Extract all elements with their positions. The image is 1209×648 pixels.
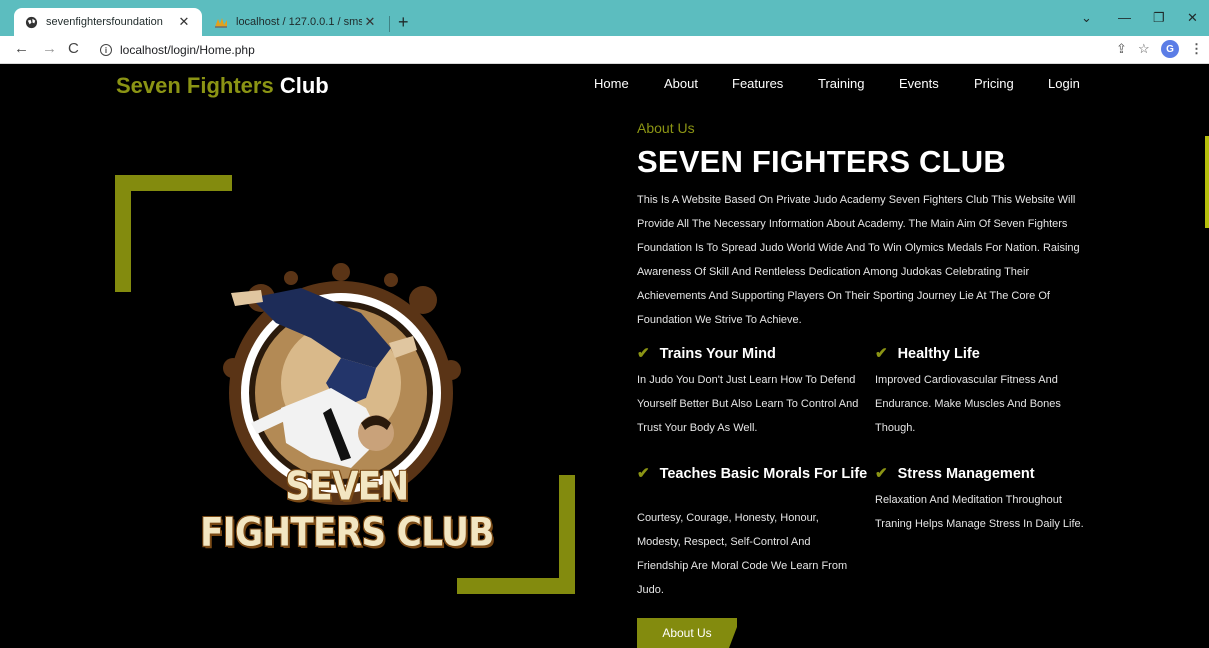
feature-title: ✔ Trains Your Mind (637, 344, 867, 364)
frame-corner-left (115, 175, 131, 292)
feature-title: ✔ Healthy Life (875, 344, 1105, 364)
feature-text: Courtesy, Courage, Honesty, Honour, Mode… (637, 512, 848, 596)
about-description: This Is A Website Based On Private Judo … (637, 194, 1080, 326)
feature-title: ✔ Teaches Basic Morals For Life (637, 464, 869, 484)
menu-kebab-icon[interactable]: ⋮ (1190, 41, 1203, 57)
address-bar[interactable]: i localhost/login/Home.php (92, 39, 1142, 61)
nav-home[interactable]: Home (594, 76, 629, 91)
check-icon: ✔ (637, 465, 650, 482)
globe-icon (24, 15, 38, 29)
restore-icon[interactable]: ❐ (1153, 10, 1165, 26)
nav-training[interactable]: Training (818, 76, 864, 91)
feature-title: ✔ Stress Management (875, 464, 1105, 484)
nav-login[interactable]: Login (1048, 76, 1080, 91)
check-icon: ✔ (875, 465, 888, 482)
back-icon[interactable]: ← (14, 40, 29, 57)
nav-pricing[interactable]: Pricing (974, 76, 1014, 91)
about-title: SEVEN FIGHTERS CLUB (637, 144, 1006, 179)
phpmyadmin-icon (214, 15, 228, 29)
feature-title-text: Healthy Life (897, 346, 980, 362)
bookmark-star-icon[interactable]: ☆ (1138, 41, 1150, 57)
close-tab-icon[interactable]: ✕ (362, 14, 378, 30)
browser-tab-active[interactable]: sevenfightersfoundation ✕ (14, 8, 202, 36)
browser-tab-inactive[interactable]: localhost / 127.0.0.1 / sms / logi ✕ (204, 8, 388, 36)
site-brand[interactable]: Seven Fighters Club (116, 73, 329, 99)
nav-about[interactable]: About (664, 76, 698, 91)
feature-title-text: Teaches Basic Morals For Life (659, 466, 868, 482)
scroll-to-top-accent[interactable] (1205, 136, 1209, 228)
browser-toolbar: ← → C i localhost/login/Home.php ⇪ ☆ ⋮ (0, 36, 1209, 64)
logo-text: SEVEN FIGHTERS CLUB (200, 464, 494, 556)
window-close-icon[interactable]: ✕ (1187, 10, 1198, 26)
browser-tab-bar: sevenfightersfoundation ✕ localhost / 12… (0, 0, 1209, 36)
feature-text: Improved Cardiovascular Fitness And Endu… (875, 374, 1061, 434)
share-icon[interactable]: ⇪ (1116, 41, 1127, 57)
frame-corner-right (559, 475, 575, 594)
site-info-icon[interactable]: i (100, 44, 112, 56)
check-icon: ✔ (637, 345, 650, 362)
tab-title: localhost / 127.0.0.1 / sms / logi (236, 16, 362, 28)
feature-title-text: Trains Your Mind (659, 346, 776, 362)
new-tab-icon[interactable]: + (398, 12, 409, 33)
tab-search-icon[interactable]: ⌄ (1081, 10, 1092, 26)
minimize-icon[interactable]: — (1118, 10, 1131, 25)
about-us-button[interactable]: About Us (637, 618, 737, 648)
check-icon: ✔ (875, 345, 888, 362)
tab-divider (389, 16, 390, 32)
profile-avatar[interactable]: G (1161, 40, 1179, 58)
feature-text: In Judo You Don't Just Learn How To Defe… (637, 374, 859, 434)
feature-title-text: Stress Management (897, 466, 1035, 482)
close-tab-icon[interactable]: ✕ (176, 14, 192, 30)
brand-part2: Club (279, 73, 329, 98)
brand-part1: Seven Fighters (116, 73, 274, 98)
nav-events[interactable]: Events (899, 76, 939, 91)
frame-corner-top (115, 175, 232, 191)
tab-title: sevenfightersfoundation (46, 16, 163, 28)
web-page: Seven Fighters Club Home About Features … (6, 64, 1209, 648)
nav-features[interactable]: Features (732, 76, 783, 91)
address-text: localhost/login/Home.php (120, 43, 255, 57)
screen: sevenfightersfoundation ✕ localhost / 12… (0, 0, 1209, 648)
reload-icon[interactable]: C (68, 40, 79, 57)
forward-icon[interactable]: → (42, 40, 57, 57)
about-subtitle: About Us (637, 120, 695, 136)
feature-text: Relaxation And Meditation Throughout Tra… (875, 494, 1084, 530)
frame-corner-bottom (457, 578, 575, 594)
